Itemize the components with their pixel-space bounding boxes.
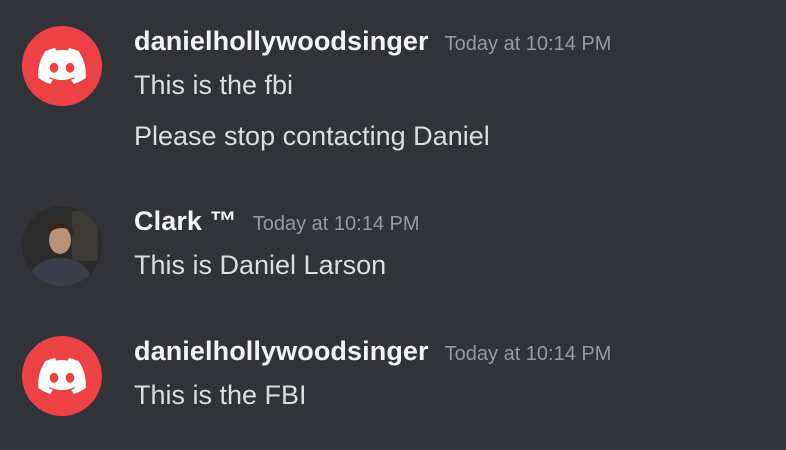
- message-text: This is the FBI: [134, 380, 307, 410]
- discord-logo-icon: [38, 48, 86, 84]
- person-photo-icon: [22, 206, 102, 286]
- message-group: danielhollywoodsinger Today at 10:14 PM …: [0, 26, 786, 161]
- message-text: Please stop contacting Daniel: [134, 121, 490, 151]
- message-header: Clark ™ Today at 10:14 PM: [134, 206, 420, 246]
- message-header: danielhollywoodsinger Today at 10:14 PM: [134, 26, 611, 66]
- chat-messages: danielhollywoodsinger Today at 10:14 PM …: [0, 0, 786, 450]
- user-photo-avatar[interactable]: [22, 206, 102, 286]
- username[interactable]: Clark ™: [134, 206, 237, 237]
- discord-logo-icon: [38, 358, 86, 394]
- timestamp[interactable]: Today at 10:14 PM: [445, 343, 612, 366]
- username[interactable]: danielhollywoodsinger: [134, 26, 429, 57]
- message-header: danielhollywoodsinger Today at 10:14 PM: [134, 336, 611, 376]
- username[interactable]: danielhollywoodsinger: [134, 336, 429, 367]
- discord-avatar[interactable]: [22, 336, 102, 416]
- timestamp[interactable]: Today at 10:14 PM: [253, 213, 420, 236]
- discord-avatar[interactable]: [22, 26, 102, 106]
- timestamp[interactable]: Today at 10:14 PM: [445, 33, 612, 56]
- message-text: This is the fbi: [134, 70, 294, 100]
- message-group: Clark ™ Today at 10:14 PM This is Daniel…: [0, 206, 786, 290]
- message-text: This is Daniel Larson: [134, 250, 387, 280]
- message-group: danielhollywoodsinger Today at 10:14 PM …: [0, 336, 786, 420]
